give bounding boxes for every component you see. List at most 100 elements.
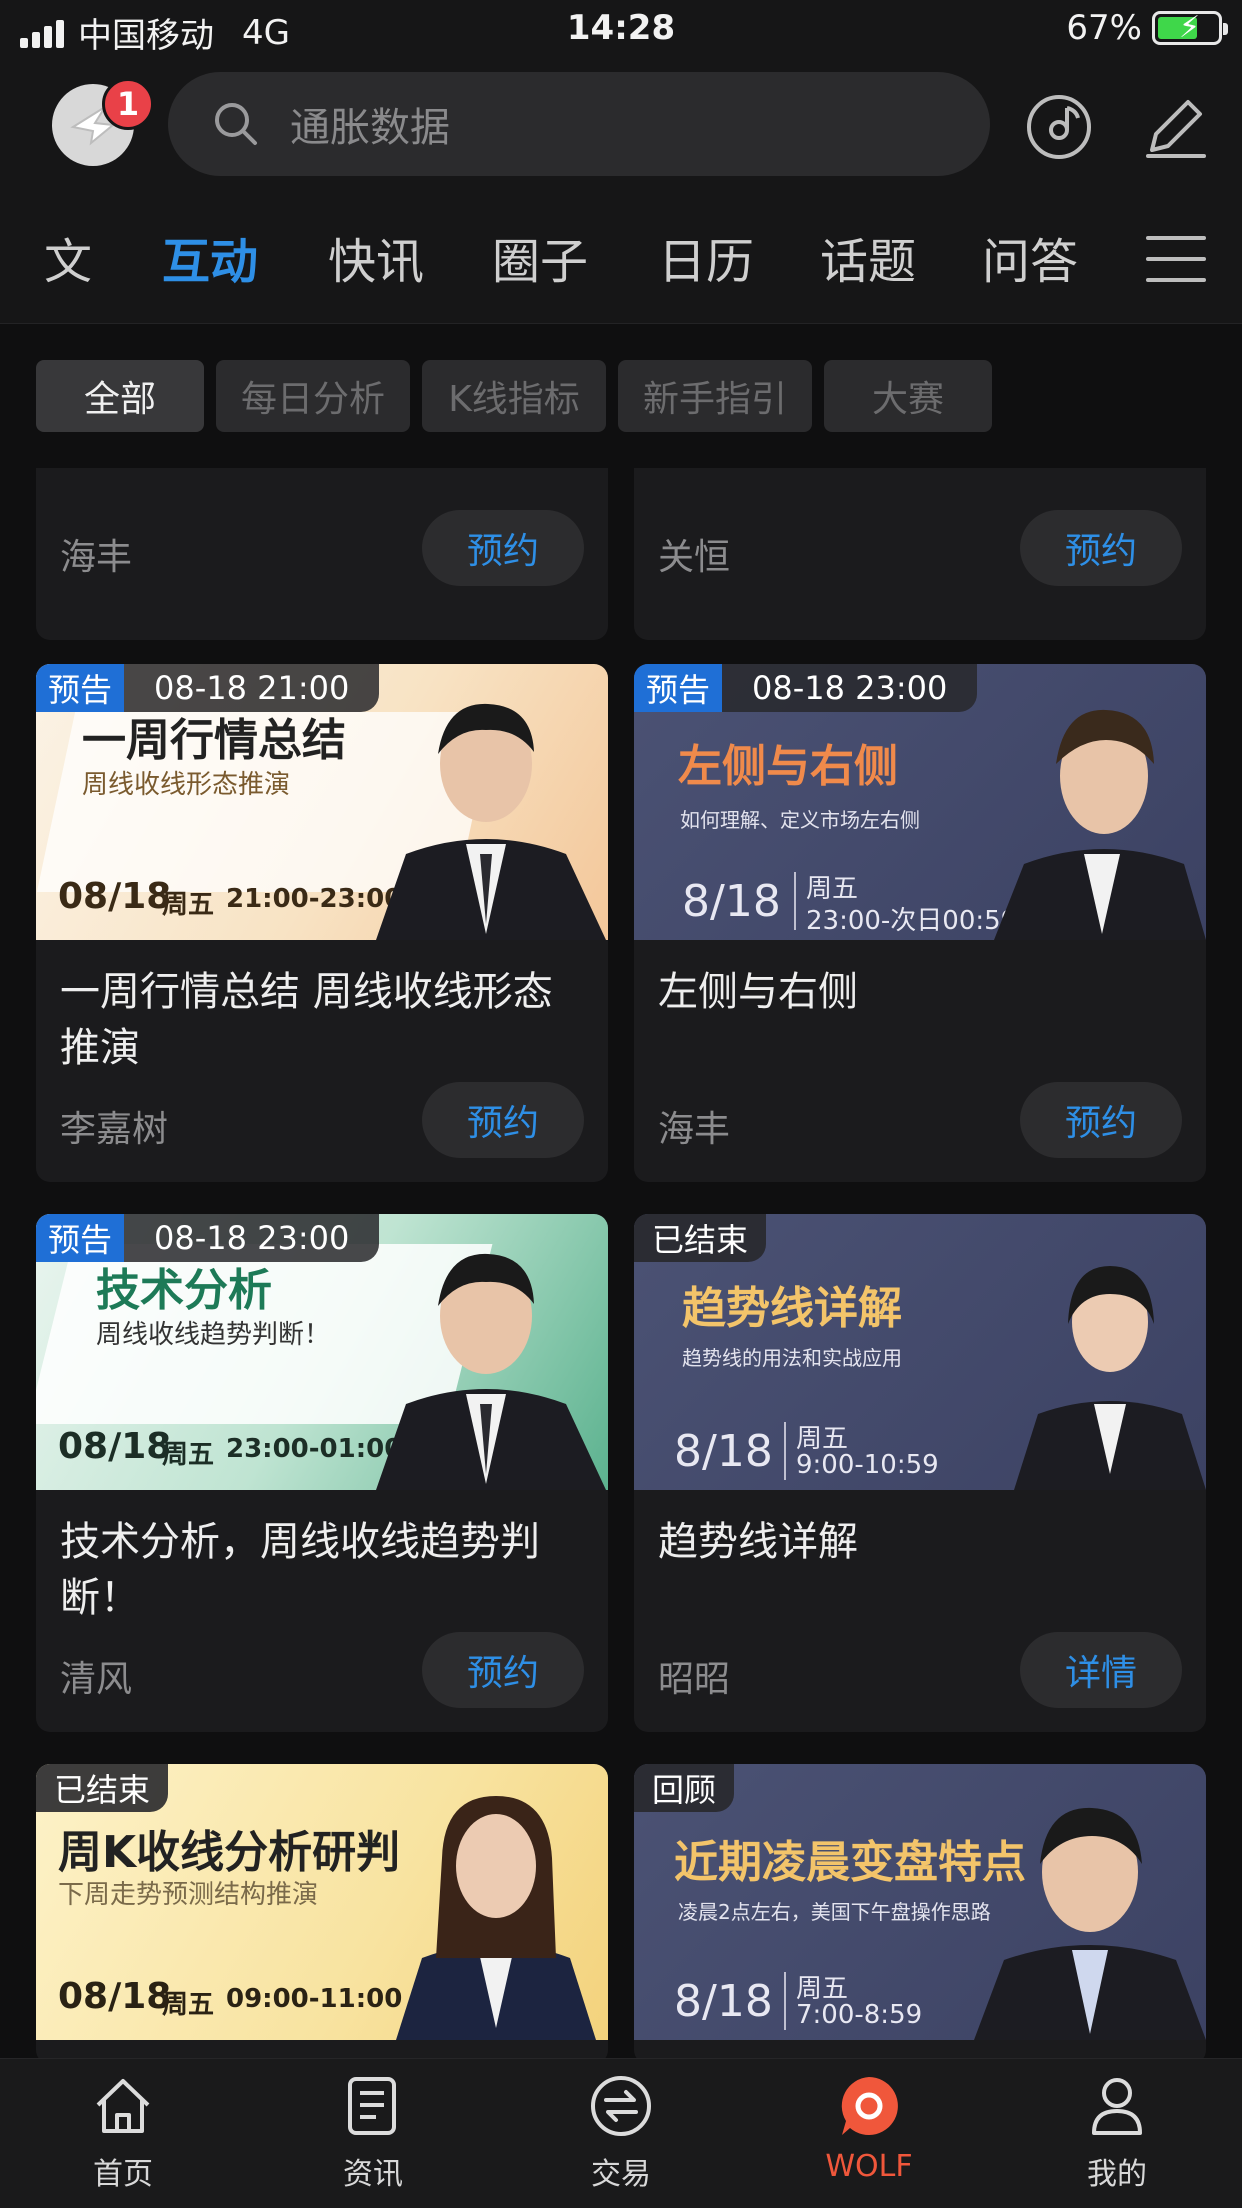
search-bar[interactable]: 通胀数据 — [168, 72, 990, 176]
tag-label: 已结束 — [36, 1764, 169, 1812]
music-disc-icon[interactable] — [1024, 92, 1094, 162]
nav-me[interactable]: 我的 — [1042, 2073, 1192, 2193]
card-host: 李嘉树 — [60, 1109, 169, 1150]
status-tag: 已结束 — [634, 1214, 767, 1262]
battery-percent: 67% — [1066, 8, 1142, 48]
card-title: 一周行情总结 周线收线形态推演 — [60, 969, 553, 1071]
content-feed: 海丰 预约 关恒 预约 全部 每日分析 K线指标 新手指引 大赛 一周行情总结 … — [0, 324, 1242, 2058]
card-host: 海丰 — [60, 537, 133, 578]
host-portrait — [396, 1796, 596, 2040]
filter-all[interactable]: 全部 — [36, 360, 204, 432]
banner-title: 左侧与右侧 — [678, 741, 898, 792]
tag-time: 08-18 23:00 — [124, 1214, 380, 1262]
live-card[interactable]: 一周行情总结 周线收线形态推演 08/18 周五 21:00-23:00 预告 … — [36, 664, 608, 1182]
filter-bar: 全部 每日分析 K线指标 新手指引 大赛 — [0, 324, 1242, 468]
nav-home-label: 首页 — [93, 2157, 153, 2192]
live-card[interactable]: 左侧与右侧 如何理解、定义市场左右侧 8/18 周五 23:00-次日00:59… — [634, 664, 1206, 1182]
nav-news-label: 资讯 — [343, 2157, 403, 2192]
nav-home[interactable]: 首页 — [48, 2073, 198, 2193]
banner-date: 8/18 — [674, 1976, 773, 2027]
banner-weekday: 周五 — [162, 1440, 215, 1470]
card-host: 海丰 — [658, 1109, 731, 1150]
banner-date: 8/18 — [674, 1426, 773, 1477]
user-icon — [1092, 2078, 1142, 2135]
tag-label: 已结束 — [634, 1214, 767, 1262]
banner-weekday: 周五 — [162, 1990, 215, 2020]
edit-pencil-icon[interactable] — [1140, 92, 1210, 162]
tab-kuaixun[interactable]: 快讯 — [328, 222, 424, 292]
status-right: 67% ⚡ — [1066, 8, 1228, 48]
filter-contest[interactable]: 大赛 — [824, 360, 992, 432]
banner-subtitle: 下周走势预测结构推演 — [58, 1880, 319, 1910]
banner-date: 08/18 — [58, 1976, 172, 2017]
card-title: 左侧与右侧 — [658, 969, 858, 1015]
card-host: 昭昭 — [658, 1659, 731, 1700]
nav-wolf[interactable]: WOLF — [794, 2073, 944, 2184]
filter-daily-analysis[interactable]: 每日分析 — [216, 360, 410, 432]
tab-hudong[interactable]: 互动 — [162, 222, 258, 292]
card-title: 趋势线详解 — [658, 1519, 858, 1565]
clock: 14:28 — [566, 8, 676, 48]
status-tag: 已结束 — [36, 1764, 169, 1812]
filter-kline-indicator[interactable]: K线指标 — [422, 360, 606, 432]
exchange-icon — [591, 2076, 651, 2136]
reserve-button[interactable]: 预约 — [422, 1632, 584, 1708]
status-bar: 中国移动 4G 14:28 67% ⚡ — [0, 0, 1242, 62]
status-tag: 回顾 — [634, 1764, 735, 1812]
tag-label: 回顾 — [634, 1764, 735, 1812]
battery-icon: ⚡ — [1152, 10, 1228, 45]
tab-wen[interactable]: 文 — [44, 222, 92, 292]
tab-quanzi[interactable]: 圈子 — [492, 222, 588, 292]
nav-me-label: 我的 — [1087, 2157, 1147, 2192]
banner-subtitle: 周线收线趋势判断！ — [96, 1320, 331, 1350]
live-card[interactable]: 近期凌晨变盘特点 凌晨2点左右，美国下午盘操作思路 8/18 周五 7:00-8… — [634, 1764, 1206, 2058]
card-host: 清风 — [60, 1659, 133, 1700]
status-tag: 预告 08-18 23:00 — [36, 1214, 380, 1262]
host-portrait — [1014, 1266, 1206, 1490]
tag-label: 预告 — [36, 1214, 125, 1262]
banner-hours: 23:00-次日00:59 — [806, 906, 1018, 936]
banner-hours: 7:00-8:59 — [796, 2000, 923, 2030]
search-icon — [215, 103, 257, 145]
nav-trade[interactable]: 交易 — [546, 2073, 696, 2193]
notification-badge: 1 — [102, 78, 154, 130]
reserve-button[interactable]: 预约 — [1020, 510, 1182, 586]
status-tag: 预告 08-18 23:00 — [634, 664, 978, 712]
banner-weekday: 周五 — [162, 890, 215, 920]
nav-news[interactable]: 资讯 — [298, 2073, 448, 2193]
details-button[interactable]: 详情 — [1020, 1632, 1182, 1708]
banner-date: 8/18 — [682, 876, 781, 927]
card-title: 技术分析，周线收线趋势判断！ — [60, 1519, 540, 1621]
host-portrait — [376, 703, 606, 940]
tag-time: 08-18 21:00 — [124, 664, 380, 712]
menu-icon[interactable] — [1146, 236, 1206, 282]
banner-title: 周K收线分析研判 — [58, 1827, 401, 1878]
bottom-nav: 首页 资讯 交易 WOLF 我的 — [0, 2058, 1242, 2208]
reserve-button[interactable]: 预约 — [1020, 1082, 1182, 1158]
news-icon — [348, 2077, 396, 2135]
banner-title: 一周行情总结 — [82, 715, 346, 766]
tab-huati[interactable]: 话题 — [820, 222, 916, 292]
live-card[interactable]: 周K收线分析研判 下周走势预测结构推演 08/18 周五 09:00-11:00… — [36, 1764, 608, 2058]
home-icon — [96, 2079, 150, 2133]
category-tabs: 文 互动 快讯 圈子 日历 话题 问答 — [0, 192, 1242, 324]
filter-beginner-guide[interactable]: 新手指引 — [618, 360, 812, 432]
live-card[interactable]: 趋势线详解 趋势线的用法和实战应用 8/18 周五 9:00-10:59 已结束… — [634, 1214, 1206, 1732]
nav-wolf-label: WOLF — [825, 2149, 913, 2184]
live-card[interactable]: 技术分析 周线收线趋势判断！ 08/18 周五 23:00-01:00 预告 0… — [36, 1214, 608, 1732]
top-header: 1 通胀数据 — [0, 62, 1242, 192]
tab-wenda[interactable]: 问答 — [982, 222, 1078, 292]
banner-subtitle: 趋势线的用法和实战应用 — [682, 1346, 902, 1370]
banner-title: 趋势线详解 — [682, 1283, 902, 1334]
tag-label: 预告 — [634, 664, 723, 712]
tab-rili[interactable]: 日历 — [658, 222, 754, 292]
reserve-button[interactable]: 预约 — [422, 1082, 584, 1158]
avatar-button[interactable]: 1 — [52, 78, 154, 166]
host-portrait — [376, 1253, 606, 1490]
banner-title: 技术分析 — [96, 1265, 272, 1316]
status-tag: 预告 08-18 21:00 — [36, 664, 380, 712]
wolf-chat-icon — [841, 2077, 898, 2135]
banner-hours: 9:00-10:59 — [796, 1450, 939, 1480]
banner-date: 08/18 — [58, 876, 172, 917]
reserve-button[interactable]: 预约 — [422, 510, 584, 586]
